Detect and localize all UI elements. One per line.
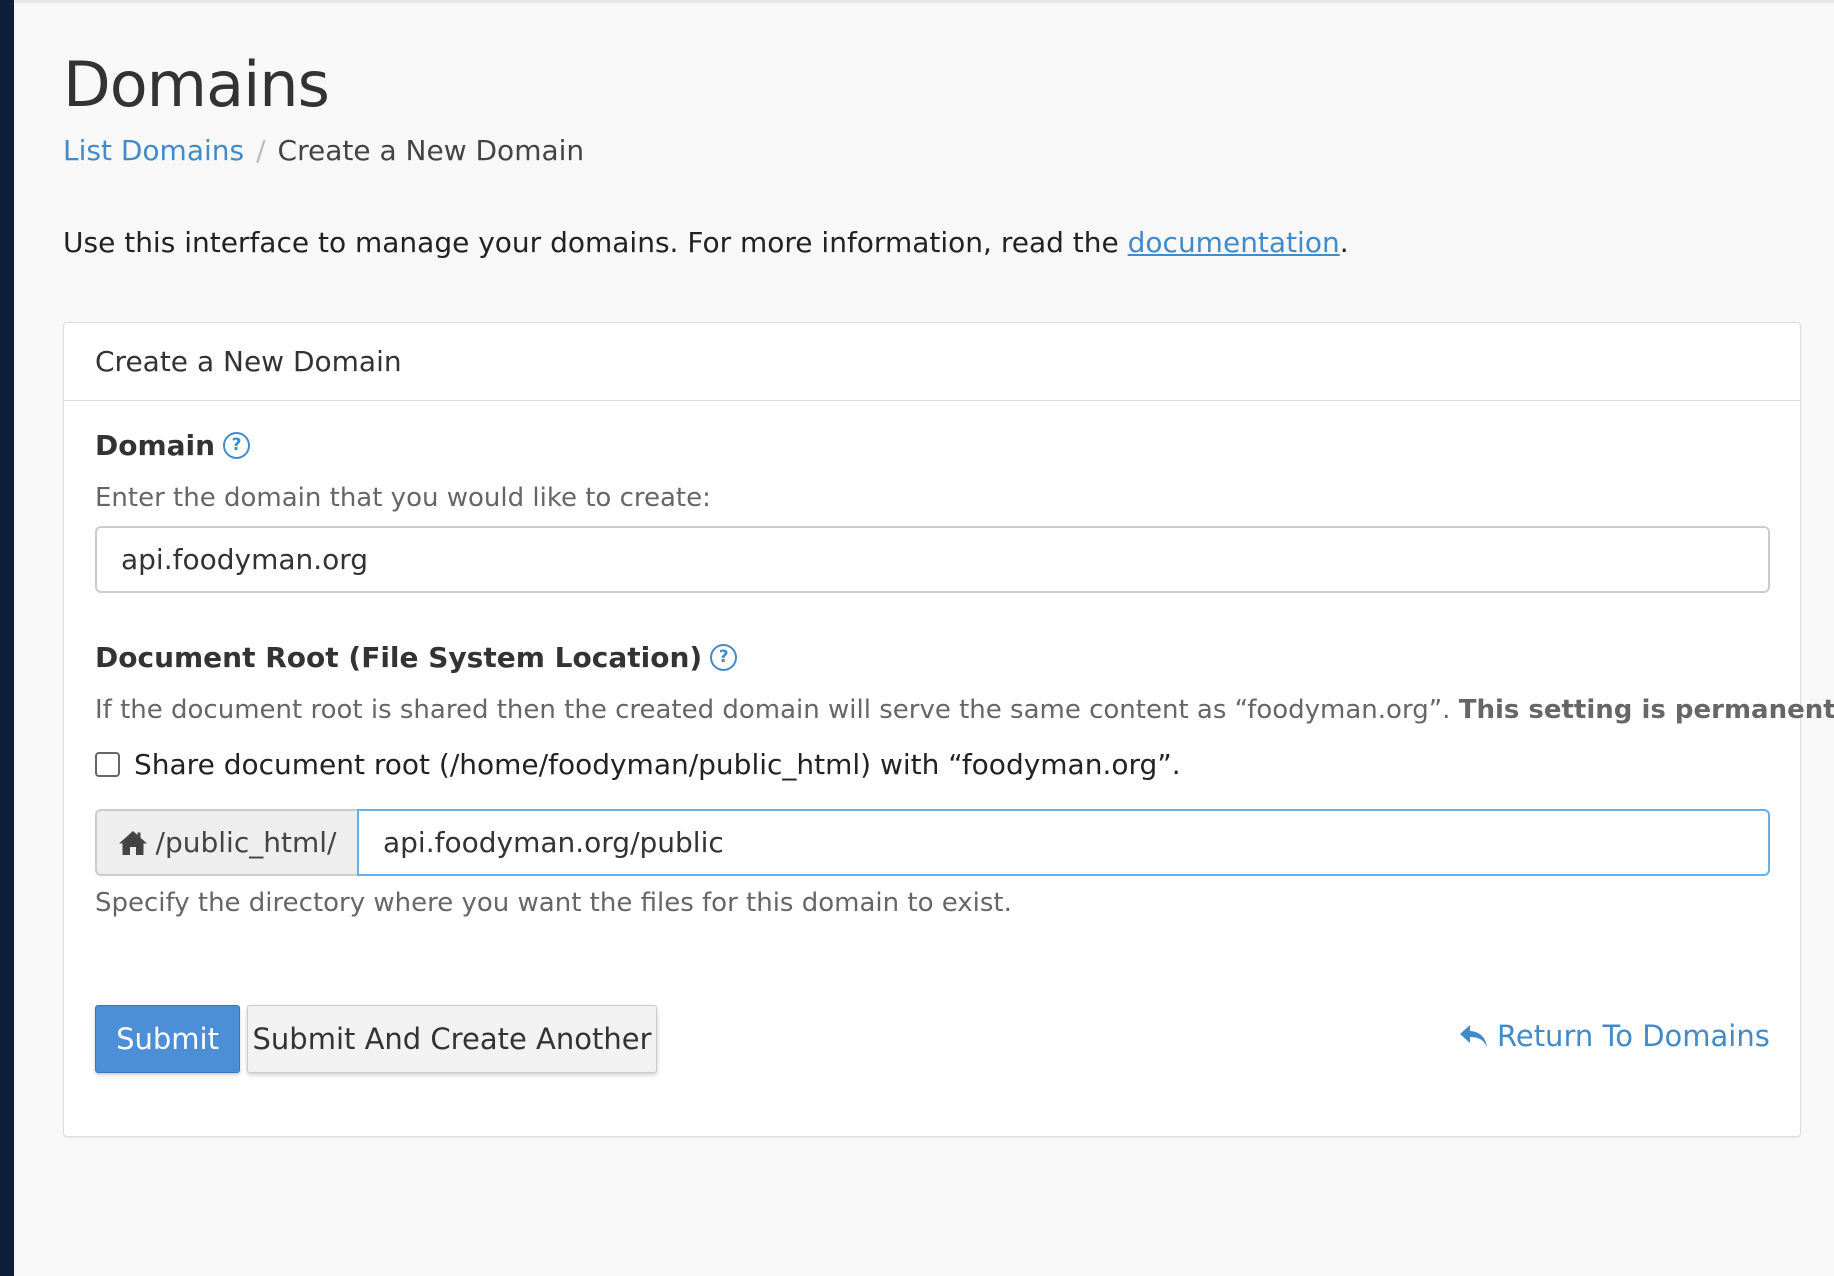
top-bar-edge bbox=[14, 0, 1834, 3]
share-docroot-checkbox[interactable] bbox=[95, 752, 120, 777]
docroot-permanent-note: This setting is permanent. bbox=[1458, 695, 1834, 725]
docroot-description-text: If the document root is shared then the … bbox=[95, 695, 1459, 725]
sidebar-edge bbox=[0, 0, 14, 1276]
return-to-domains-label: Return To Domains bbox=[1497, 1019, 1770, 1053]
submit-button[interactable]: Submit bbox=[95, 1005, 240, 1073]
domain-description: Enter the domain that you would like to … bbox=[95, 483, 711, 513]
reply-arrow-icon bbox=[1460, 1025, 1487, 1047]
create-domain-panel: Create a New Domain Domain ? Enter the d… bbox=[63, 322, 1834, 1137]
share-docroot-row[interactable]: Share document root (/home/foodyman/publ… bbox=[95, 748, 1181, 781]
share-docroot-label: Share document root (/home/foodyman/publ… bbox=[134, 748, 1181, 781]
page-title: Domains bbox=[63, 48, 330, 121]
domain-label: Domain bbox=[95, 429, 216, 462]
breadcrumb-separator: / bbox=[256, 134, 266, 167]
docroot-input[interactable] bbox=[357, 809, 1770, 876]
docroot-label: Document Root (File System Location) bbox=[95, 641, 703, 674]
docroot-label-row: Document Root (File System Location) ? bbox=[95, 641, 738, 674]
breadcrumb-current: Create a New Domain bbox=[277, 134, 585, 167]
documentation-link[interactable]: documentation bbox=[1128, 226, 1340, 259]
intro-text-body: Use this interface to manage your domain… bbox=[63, 226, 1128, 259]
docroot-hint: Specify the directory where you want the… bbox=[95, 888, 1012, 918]
domain-help-icon[interactable]: ? bbox=[223, 432, 251, 459]
docroot-prefix-addon: /public_html/ bbox=[95, 809, 357, 876]
domain-label-row: Domain ? bbox=[95, 429, 251, 462]
breadcrumb-list-domains-link[interactable]: List Domains bbox=[63, 134, 244, 167]
intro-text: Use this interface to manage your domain… bbox=[63, 226, 1349, 259]
docroot-prefix: /public_html/ bbox=[155, 826, 337, 859]
home-icon bbox=[118, 830, 147, 855]
intro-text-suffix: . bbox=[1339, 226, 1349, 259]
docroot-help-icon[interactable]: ? bbox=[710, 644, 738, 671]
return-to-domains-link[interactable]: Return To Domains bbox=[1459, 1019, 1770, 1053]
submit-and-create-another-button[interactable]: Submit And Create Another bbox=[247, 1005, 657, 1073]
domain-input[interactable] bbox=[95, 526, 1770, 593]
panel-heading: Create a New Domain bbox=[64, 323, 1800, 401]
docroot-input-group: /public_html/ bbox=[95, 809, 1770, 876]
docroot-description: If the document root is shared then the … bbox=[95, 695, 1834, 725]
breadcrumb: List Domains / Create a New Domain bbox=[63, 134, 584, 167]
